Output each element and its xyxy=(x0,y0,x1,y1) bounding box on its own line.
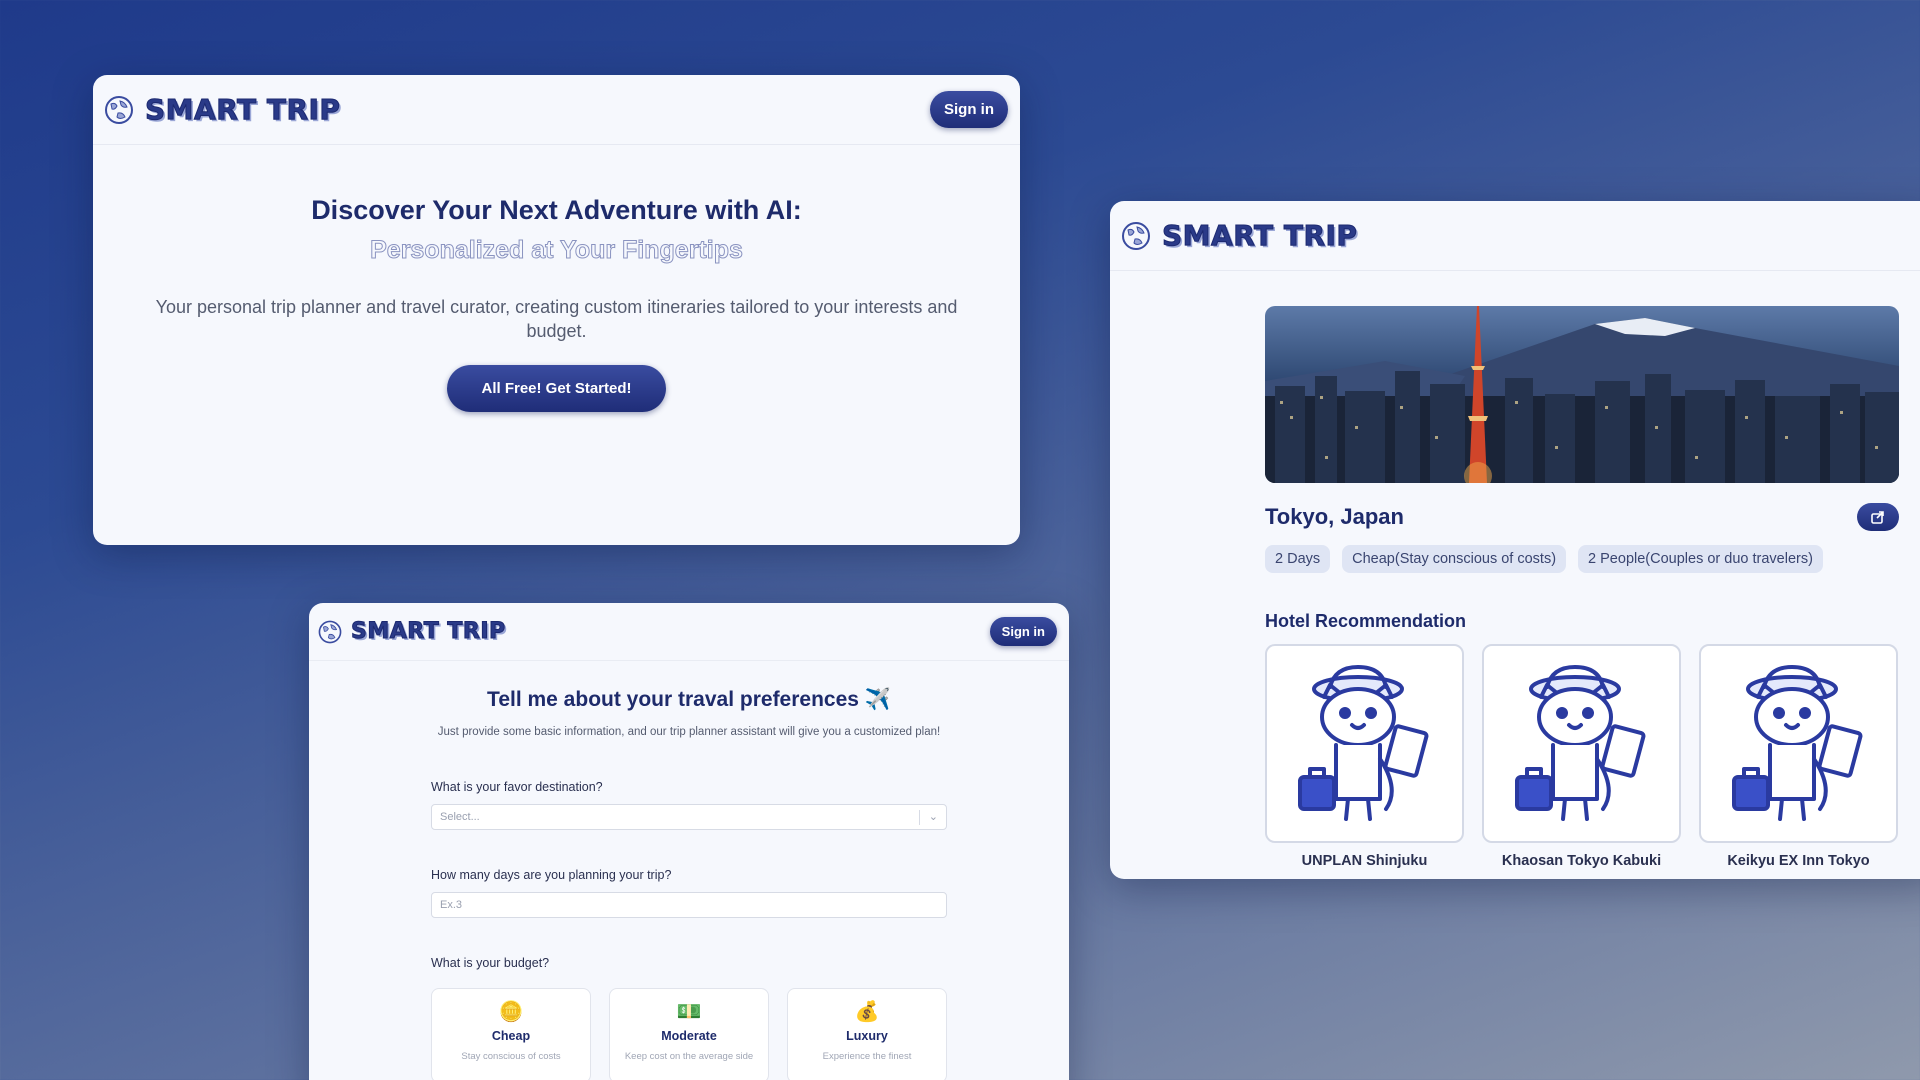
brand-name: SMART TRIP xyxy=(1161,219,1358,253)
coin-icon: 🪙 xyxy=(498,1001,524,1023)
destination-select[interactable]: Select... ⌄ xyxy=(431,804,947,830)
landing-window: SMART TRIP Sign in Discover Your Next Ad… xyxy=(93,75,1020,545)
tag-budget: Cheap(Stay conscious of costs) xyxy=(1342,545,1567,573)
sign-in-button[interactable]: Sign in xyxy=(989,617,1057,646)
cat-traveler-icon xyxy=(1699,644,1898,843)
share-button[interactable] xyxy=(1857,503,1899,531)
globe-icon xyxy=(318,620,342,643)
brand-name: SMART TRIP xyxy=(351,619,506,645)
hotel-card[interactable]: UNPLAN Shinjuku xyxy=(1265,644,1464,869)
landing-header: SMART TRIP Sign in xyxy=(93,75,1020,145)
hotel-card[interactable]: Khaosan Tokyo Kabuki xyxy=(1482,644,1681,869)
days-input[interactable]: Ex.3 xyxy=(431,892,947,918)
budget-option-desc: Keep cost on the average side xyxy=(624,1051,754,1062)
budget-options: 🪙 Cheap Stay conscious of costs 💵 Modera… xyxy=(431,988,947,1080)
destination-banner-image xyxy=(1265,306,1899,483)
budget-option-desc: Stay conscious of costs xyxy=(461,1051,561,1062)
budget-option-cheap[interactable]: 🪙 Cheap Stay conscious of costs xyxy=(431,988,591,1080)
hero-section: Discover Your Next Adventure with AI: Pe… xyxy=(93,145,1020,412)
budget-option-name: Luxury xyxy=(846,1029,888,1043)
tag-travelers: 2 People(Couples or duo travelers) xyxy=(1578,545,1823,573)
budget-option-moderate[interactable]: 💵 Moderate Keep cost on the average side xyxy=(609,988,769,1080)
tag-days: 2 Days xyxy=(1265,545,1331,573)
hotel-name: UNPLAN Shinjuku xyxy=(1301,853,1428,869)
globe-icon xyxy=(1122,221,1150,250)
days-label: How many days are you planning your trip… xyxy=(431,868,672,882)
brand-logo[interactable]: SMART TRIP xyxy=(1120,219,1358,253)
budget-option-luxury[interactable]: 💰 Luxury Experience the finest xyxy=(787,988,947,1080)
destination-placeholder: Select... xyxy=(440,811,480,823)
cat-traveler-icon xyxy=(1265,644,1464,843)
budget-option-desc: Experience the finest xyxy=(822,1051,912,1062)
trip-destination-title: Tokyo, Japan xyxy=(1265,504,1404,529)
hotel-name: Khaosan Tokyo Kabuki xyxy=(1501,853,1662,869)
destination-label: What is your favor destination? xyxy=(431,780,603,794)
hero-subheadline: Personalized at Your Fingertips xyxy=(370,236,744,265)
cash-icon: 💵 xyxy=(676,1001,702,1023)
budget-option-name: Cheap xyxy=(491,1029,531,1043)
chevron-down-icon[interactable]: ⌄ xyxy=(929,810,938,823)
globe-icon xyxy=(105,95,133,124)
get-started-button[interactable]: All Free! Get Started! xyxy=(447,365,666,412)
hero-description: Your personal trip planner and travel cu… xyxy=(155,297,958,341)
form-title: Tell me about your traval preferences ✈️ xyxy=(487,688,891,711)
form-subtitle: Just provide some basic information, and… xyxy=(437,726,941,738)
hero-headline: Discover Your Next Adventure with AI: xyxy=(311,195,802,225)
brand-name: SMART TRIP xyxy=(144,93,341,127)
trip-result-window: SMART TRIP Tokyo, Japan 2 Days Cheap(Sta… xyxy=(1110,201,1920,879)
hotel-name: Keikyu EX Inn Tokyo xyxy=(1727,853,1870,869)
cat-traveler-icon xyxy=(1482,644,1681,843)
preferences-form: What is your favor destination? Select..… xyxy=(431,780,947,1080)
days-placeholder: Ex.3 xyxy=(440,899,463,911)
budget-label: What is your budget? xyxy=(431,956,550,970)
form-header: SMART TRIP Sign in xyxy=(309,603,1069,661)
preferences-window: SMART TRIP Sign in Tell me about your tr… xyxy=(309,603,1069,1080)
trip-content: Tokyo, Japan 2 Days Cheap(Stay conscious… xyxy=(1265,306,1899,869)
budget-option-name: Moderate xyxy=(661,1029,717,1043)
trip-tags: 2 Days Cheap(Stay conscious of costs) 2 … xyxy=(1265,545,1899,573)
select-divider xyxy=(919,810,920,825)
trip-header: SMART TRIP xyxy=(1110,201,1920,271)
money-bag-icon: 💰 xyxy=(854,1001,880,1023)
tokyo-skyline-image xyxy=(1265,306,1899,483)
sign-in-button[interactable]: Sign in xyxy=(930,91,1008,128)
hotel-card[interactable]: Keikyu EX Inn Tokyo xyxy=(1699,644,1898,869)
hotel-list: UNPLAN Shinjuku Khaosan Tokyo Kabuki Kei… xyxy=(1265,644,1899,869)
brand-logo[interactable]: SMART TRIP xyxy=(317,619,506,645)
hotel-section-title: Hotel Recommendation xyxy=(1265,611,1467,631)
trip-title-row: Tokyo, Japan xyxy=(1265,503,1899,531)
brand-logo[interactable]: SMART TRIP xyxy=(103,93,341,127)
share-icon xyxy=(1871,511,1884,524)
